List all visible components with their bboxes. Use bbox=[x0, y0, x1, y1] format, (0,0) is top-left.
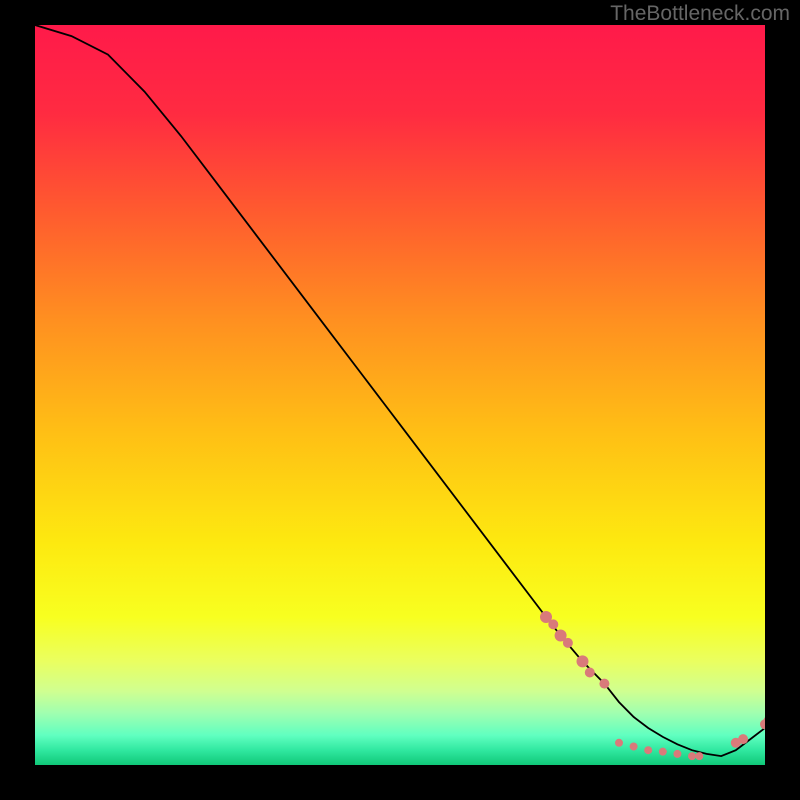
bottleneck-curve bbox=[35, 25, 765, 756]
chart-svg bbox=[35, 25, 765, 765]
data-marker bbox=[615, 739, 623, 747]
data-marker bbox=[630, 743, 638, 751]
data-marker bbox=[695, 752, 703, 760]
data-marker bbox=[659, 748, 667, 756]
data-marker bbox=[688, 752, 696, 760]
data-marker bbox=[585, 668, 595, 678]
plot-area bbox=[35, 25, 765, 765]
data-marker bbox=[563, 638, 573, 648]
data-marker bbox=[577, 655, 589, 667]
watermark-text: TheBottleneck.com bbox=[610, 2, 790, 26]
data-marker bbox=[644, 746, 652, 754]
data-marker bbox=[738, 734, 748, 744]
data-marker bbox=[673, 750, 681, 758]
data-marker bbox=[599, 679, 609, 689]
data-markers bbox=[540, 611, 765, 760]
data-marker bbox=[548, 619, 558, 629]
